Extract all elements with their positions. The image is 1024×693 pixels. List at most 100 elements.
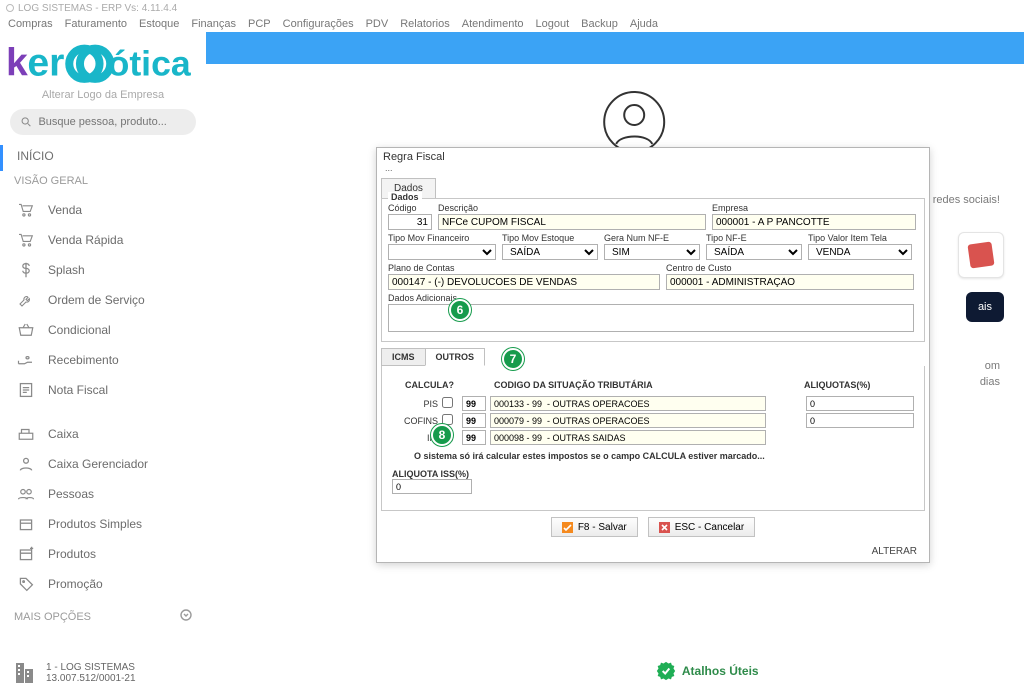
- sidebar-footer: 1 - LOG SISTEMAS 13.007.512/0001-21: [0, 647, 206, 691]
- atalhos-uteis[interactable]: Atalhos Úteis: [656, 661, 759, 681]
- nav-recebimento[interactable]: Recebimento: [0, 345, 206, 375]
- sel-tipo-valor-item[interactable]: VENDA: [808, 244, 912, 260]
- svg-text:k: k: [6, 41, 28, 84]
- lbl-tipo-valor-item: Tipo Valor Item Tela: [808, 233, 912, 243]
- lbl-tipo-mov-fin: Tipo Mov Financeiro: [388, 233, 496, 243]
- nav-venda[interactable]: Venda: [0, 195, 206, 225]
- nav-group-2: Caixa Caixa Gerenciador Pessoas Produtos…: [0, 415, 206, 603]
- box-icon: [16, 516, 36, 532]
- nav-ordem-servico[interactable]: Ordem de Serviço: [0, 285, 206, 315]
- bg-line3: dias: [980, 376, 1000, 388]
- col-sit-trib: CODIGO DA SITUAÇÃO TRIBUTÁRIA: [494, 380, 774, 390]
- sel-tipo-nfe[interactable]: SAÍDA: [706, 244, 802, 260]
- in-centro-custo[interactable]: [666, 274, 914, 290]
- people-icon: [16, 486, 36, 502]
- menu-compras[interactable]: Compras: [8, 18, 53, 30]
- menu-pdv[interactable]: PDV: [366, 18, 389, 30]
- section-visao-geral: VISÃO GERAL: [0, 171, 206, 191]
- lbl-tipo-mov-est: Tipo Mov Estoque: [502, 233, 598, 243]
- nav-label: Caixa: [48, 427, 79, 441]
- nav-promocao[interactable]: Promoção: [0, 569, 206, 599]
- modal-subtitle: ...: [377, 163, 929, 175]
- box-plus-icon: [16, 546, 36, 562]
- menu-estoque[interactable]: Estoque: [139, 18, 179, 30]
- menu-atendimento[interactable]: Atendimento: [462, 18, 524, 30]
- nav-label: Ordem de Serviço: [48, 293, 145, 307]
- nav-label: Venda: [48, 203, 82, 217]
- lbl-tipo-nfe: Tipo NF-E: [706, 233, 802, 243]
- menu-ajuda[interactable]: Ajuda: [630, 18, 658, 30]
- in-plano-contas[interactable]: [388, 274, 660, 290]
- nav-inicio[interactable]: INÍCIO: [0, 145, 206, 171]
- cst-ipi-desc[interactable]: [490, 430, 766, 445]
- nav-label: Pessoas: [48, 487, 94, 501]
- nav-condicional[interactable]: Condicional: [0, 315, 206, 345]
- sel-tipo-mov-fin[interactable]: [388, 244, 496, 260]
- lbl-gera-nfe: Gera Num NF-E: [604, 233, 700, 243]
- cst-ipi-code[interactable]: [462, 430, 486, 445]
- in-descricao[interactable]: [438, 214, 706, 230]
- lbl-descricao: Descrição: [438, 203, 706, 213]
- menu-relatorios[interactable]: Relatorios: [400, 18, 450, 30]
- cst-pis-desc[interactable]: [490, 396, 766, 411]
- menu-backup[interactable]: Backup: [581, 18, 618, 30]
- menu-logout[interactable]: Logout: [536, 18, 570, 30]
- chevron-down-icon: [180, 609, 192, 624]
- nav-produtos-simples[interactable]: Produtos Simples: [0, 509, 206, 539]
- sel-gera-nfe[interactable]: SIM: [604, 244, 700, 260]
- check-badge-icon: [656, 661, 676, 681]
- chk-pis[interactable]: [442, 397, 453, 408]
- in-empresa[interactable]: [712, 214, 916, 230]
- search-icon: [20, 115, 32, 129]
- nav-label: Caixa Gerenciador: [48, 457, 148, 471]
- mais-opcoes[interactable]: MAIS OPÇÕES: [0, 603, 206, 630]
- svg-text:er: er: [27, 41, 64, 84]
- window-titlebar: LOG SISTEMAS - ERP Vs: 4.11.4.4: [0, 0, 1024, 16]
- svg-text:ótica: ótica: [108, 43, 192, 83]
- menu-faturamento[interactable]: Faturamento: [65, 18, 127, 30]
- window-icon: [6, 4, 14, 12]
- cst-cofins-desc[interactable]: [490, 413, 766, 428]
- bg-line1: redes sociais!: [933, 192, 1000, 210]
- modal-title: Regra Fiscal: [377, 148, 929, 163]
- aliq-cofins[interactable]: [806, 413, 914, 428]
- close-icon: [659, 522, 670, 533]
- check-icon: [562, 522, 573, 533]
- alter-logo-link[interactable]: Alterar Logo da Empresa: [0, 89, 206, 101]
- dollar-icon: [16, 262, 36, 278]
- in-aliq-iss[interactable]: [392, 479, 472, 494]
- bg-line2: om: [985, 360, 1000, 372]
- callout-7: 7: [502, 348, 524, 370]
- nav-caixa-gerenciador[interactable]: Caixa Gerenciador: [0, 449, 206, 479]
- menu-configuracoes[interactable]: Configurações: [283, 18, 354, 30]
- lbl-aliq-iss: ALIQUOTA ISS(%): [392, 469, 914, 479]
- modal-footer-mode: ALTERAR: [377, 543, 929, 562]
- cst-pis-code[interactable]: [462, 396, 486, 411]
- nav-splash[interactable]: Splash: [0, 255, 206, 285]
- menu-financas[interactable]: Finanças: [191, 18, 236, 30]
- search-input-wrap[interactable]: [10, 109, 196, 135]
- callout-6: 6: [449, 299, 471, 321]
- btn-salvar[interactable]: F8 - Salvar: [551, 517, 638, 537]
- tab-icms[interactable]: ICMS: [381, 348, 425, 366]
- search-input[interactable]: [38, 116, 186, 128]
- footer-cnpj: 13.007.512/0001-21: [46, 673, 136, 684]
- nav-produtos[interactable]: Produtos: [0, 539, 206, 569]
- tab-outros[interactable]: OUTROS: [425, 348, 486, 366]
- aliq-pis[interactable]: [806, 396, 914, 411]
- panel-outros: CALCULA? CODIGO DA SITUAÇÃO TRIBUTÁRIA A…: [381, 366, 925, 511]
- cst-cofins-code[interactable]: [462, 413, 486, 428]
- nav-pessoas[interactable]: Pessoas: [0, 479, 206, 509]
- atalhos-label: Atalhos Úteis: [682, 664, 759, 678]
- menu-pcp[interactable]: PCP: [248, 18, 271, 30]
- nav-nota-fiscal[interactable]: Nota Fiscal: [0, 375, 206, 405]
- col-aliquotas: ALIQUOTAS(%): [804, 380, 914, 390]
- nav-venda-rapida[interactable]: Venda Rápida: [0, 225, 206, 255]
- bg-dark-button[interactable]: ais: [966, 292, 1004, 322]
- nav-caixa[interactable]: Caixa: [0, 419, 206, 449]
- sel-tipo-mov-est[interactable]: SAÍDA: [502, 244, 598, 260]
- hand-dollar-icon: [16, 352, 36, 368]
- btn-cancelar[interactable]: ESC - Cancelar: [648, 517, 755, 537]
- lbl-pis: PIS: [392, 399, 442, 409]
- menubar: Compras Faturamento Estoque Finanças PCP…: [0, 16, 1024, 32]
